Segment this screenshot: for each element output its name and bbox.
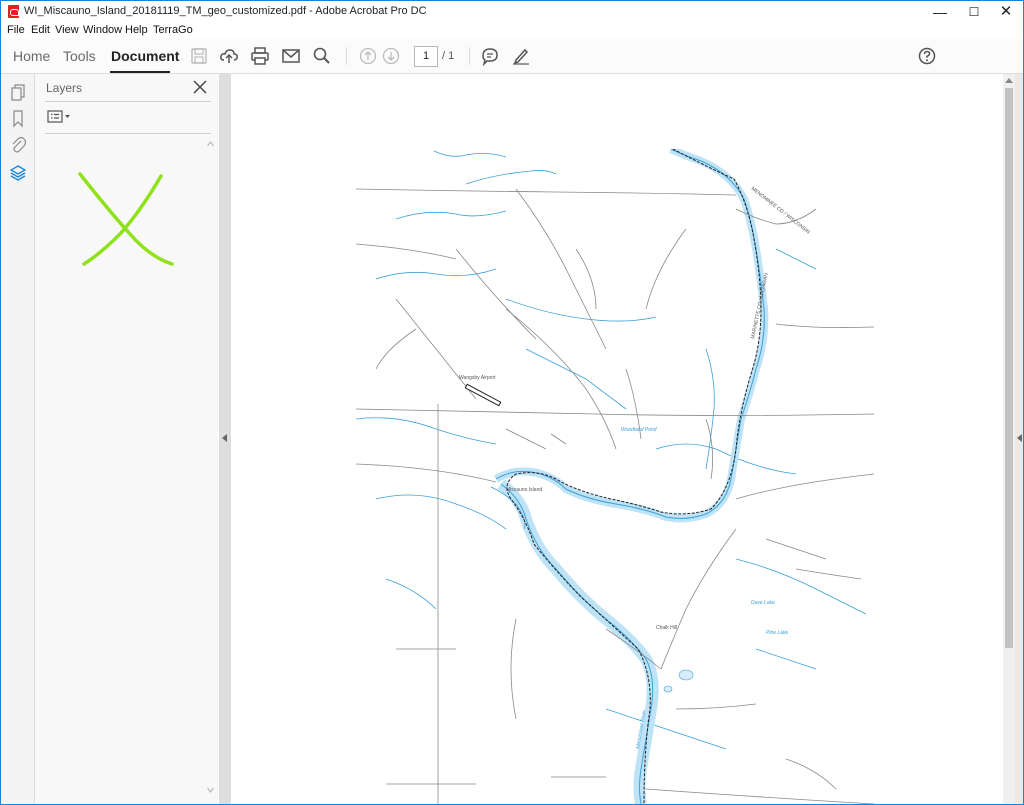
sign-pen-icon[interactable]	[511, 46, 531, 66]
lakes	[663, 669, 694, 693]
water-features	[356, 150, 867, 750]
toolbar-separator	[469, 47, 470, 65]
menu-bar: File Edit View Window Help TerraGo	[1, 23, 1023, 39]
bookmark-icon[interactable]	[10, 110, 26, 128]
menu-terrago[interactable]: TerraGo	[153, 24, 193, 36]
acrobat-window: WI_Miscauno_Island_20181119_TM_geo_custo…	[0, 0, 1024, 805]
river-menominee	[490, 149, 769, 804]
tab-home[interactable]: Home	[13, 48, 50, 64]
upload-cloud-icon[interactable]	[219, 46, 239, 66]
page-up-icon[interactable]	[358, 46, 378, 66]
menu-file[interactable]: File	[7, 24, 25, 36]
menu-window[interactable]: Window	[83, 24, 122, 36]
map-label-lake-2: Pine Lake	[766, 630, 788, 636]
layers-icon[interactable]	[10, 164, 26, 182]
menu-help[interactable]: Help	[125, 24, 148, 36]
close-window-button[interactable]: ✕	[989, 1, 1023, 23]
page-number-input[interactable]: 1	[414, 46, 438, 67]
maximize-button[interactable]: ☐	[957, 1, 991, 23]
panel-divider	[45, 133, 211, 134]
map-label-island: Miscauno Island	[506, 487, 542, 493]
page-total: / 1	[442, 50, 455, 62]
pages-icon[interactable]	[10, 84, 26, 102]
topographic-map[interactable]: Wangsby Airport Miscauno Island Dave Lak…	[356, 149, 874, 804]
pdf-file-icon	[8, 5, 19, 18]
panel-divider	[45, 101, 211, 102]
map-label-airport: Wangsby Airport	[459, 375, 496, 381]
scrollbar-thumb[interactable]	[1005, 88, 1013, 648]
document-scrollbar[interactable]	[1003, 74, 1015, 804]
help-icon[interactable]	[917, 46, 937, 66]
minimize-button[interactable]: —	[923, 1, 957, 23]
save-icon[interactable]	[189, 46, 209, 66]
window-title: WI_Miscauno_Island_20181119_TM_geo_custo…	[24, 5, 427, 17]
attachment-icon[interactable]	[10, 136, 26, 154]
comment-icon[interactable]	[480, 46, 500, 66]
map-label-lake-1: Dave Lake	[751, 600, 775, 606]
print-icon[interactable]	[250, 46, 270, 66]
email-icon[interactable]	[281, 46, 301, 66]
layer-options-menu-icon[interactable]	[47, 110, 73, 124]
menu-view[interactable]: View	[55, 24, 79, 36]
map-label-pond: Woodland Pond	[621, 427, 657, 433]
navigation-pane-strip	[1, 74, 35, 804]
page-down-icon[interactable]	[381, 46, 401, 66]
map-label-place: Chalk Hill	[656, 625, 677, 631]
tab-document[interactable]: Document	[111, 48, 179, 64]
active-tab-indicator	[110, 71, 170, 73]
right-pane-toggle[interactable]	[1015, 74, 1023, 804]
scroll-up-arrow-icon[interactable]	[1005, 78, 1013, 83]
search-icon[interactable]	[312, 46, 332, 66]
expand-right-pane-arrow-icon[interactable]	[1017, 434, 1022, 442]
panel-title: Layers	[46, 81, 83, 95]
panel-splitter[interactable]	[219, 74, 231, 804]
title-bar: WI_Miscauno_Island_20181119_TM_geo_custo…	[1, 1, 1023, 23]
toolbar-separator	[346, 47, 347, 65]
layers-panel: Layers	[35, 74, 218, 804]
airport-runway	[464, 383, 502, 407]
menu-edit[interactable]: Edit	[31, 24, 50, 36]
collapse-panel-arrow-icon[interactable]	[222, 434, 227, 442]
close-panel-icon[interactable]	[191, 78, 209, 96]
green-x-annotation	[78, 172, 174, 266]
map-label-boundary-upper: MENOMINEE CO / WISCONSIN	[750, 186, 811, 236]
main-toolbar: Home Tools Document 1 / 1	[1, 39, 1023, 74]
panel-scrollbar[interactable]	[206, 138, 215, 796]
tab-tools[interactable]: Tools	[63, 48, 96, 64]
